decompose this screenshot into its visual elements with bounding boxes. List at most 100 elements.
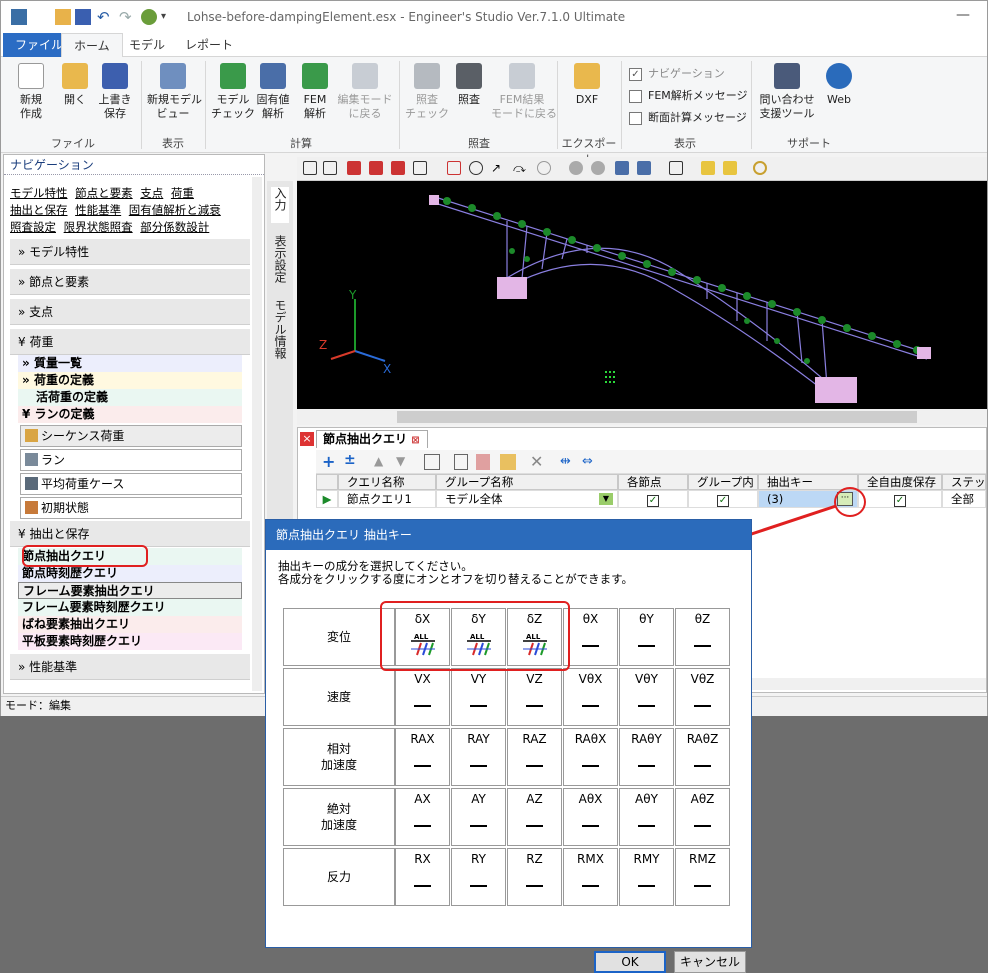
navigation-checkbox[interactable]: ✓ ナビゲーション <box>629 65 725 81</box>
paste-icon[interactable] <box>476 454 490 470</box>
pointer-icon[interactable] <box>669 161 683 175</box>
nav-link-partial-factor[interactable]: 部分係数設計 <box>140 220 209 234</box>
web-icon[interactable] <box>141 9 157 25</box>
verify-check-button[interactable]: 照査 チェック <box>405 63 449 121</box>
tab-model[interactable]: モデル <box>117 33 177 57</box>
key-cell[interactable]: RAθX <box>563 728 618 786</box>
key-cell[interactable]: AZ <box>507 788 562 846</box>
key-cell[interactable]: AθY <box>619 788 674 846</box>
back-to-edit-button[interactable]: 編集モード に戻る <box>337 63 393 121</box>
key-cell[interactable]: RAθZ <box>675 728 730 786</box>
extract-item-frame-query[interactable]: フレーム要素抽出クエリ <box>18 582 242 599</box>
qat-dropdown-icon[interactable]: ▾ <box>161 9 177 25</box>
dxf-export-button[interactable]: DXF <box>565 63 609 107</box>
key-cell[interactable]: VθY <box>619 668 674 726</box>
run-item-sequence[interactable]: シーケンス荷重 <box>20 425 242 447</box>
all-dof-checkbox[interactable]: ✓ <box>894 495 906 507</box>
import-icon[interactable] <box>500 454 516 470</box>
extract-item-plate-history[interactable]: 平板要素時刻歴クエリ <box>18 633 242 650</box>
model-3d-view[interactable]: Y X Z <box>297 181 987 409</box>
key-cell[interactable]: RAθY <box>619 728 674 786</box>
key-cell[interactable]: θX <box>563 608 618 666</box>
key-cell[interactable]: AY <box>451 788 506 846</box>
redo-icon[interactable]: ↷ <box>119 9 135 25</box>
snapshot-icon[interactable] <box>615 161 629 175</box>
nav-link-verify-setting[interactable]: 照査設定 <box>10 220 56 234</box>
nav-link-extract[interactable]: 抽出と保存 <box>10 203 68 217</box>
key-cell[interactable]: RMZ <box>675 848 730 906</box>
undo-icon[interactable]: ↶ <box>97 9 113 25</box>
cancel-button[interactable]: キャンセル <box>674 951 746 973</box>
open-button[interactable]: 開く <box>53 63 97 107</box>
key-cell[interactable]: VθX <box>563 668 618 726</box>
key-cell[interactable]: RMY <box>619 848 674 906</box>
extract-item-node-history[interactable]: 節点時刻歴クエリ <box>18 565 242 582</box>
cube-front-icon[interactable] <box>369 161 383 175</box>
col-group-name[interactable]: グループ名称 <box>436 474 618 490</box>
nav-link-eigen[interactable]: 固有値解析と減衰 <box>129 203 221 217</box>
key-cell[interactable]: θZ <box>675 608 730 666</box>
delete-icon[interactable]: ✕ <box>530 452 543 471</box>
tab-report[interactable]: レポート <box>173 33 245 57</box>
scroll-thumb[interactable] <box>397 411 917 423</box>
key-cell[interactable]: AX <box>395 788 450 846</box>
fem-analysis-button[interactable]: FEM 解析 <box>293 63 337 121</box>
key-cell[interactable]: RMX <box>563 848 618 906</box>
verify-button[interactable]: 照査 <box>447 63 491 107</box>
info-view-icon[interactable] <box>637 161 651 175</box>
key-cell[interactable]: θY <box>619 608 674 666</box>
col-all-dof[interactable]: 全自由度保存 <box>858 474 942 490</box>
new-model-view-button[interactable]: 新規モデル ビュー <box>147 63 202 121</box>
save-icon[interactable] <box>75 9 91 25</box>
extract-item-frame-history[interactable]: フレーム要素時刻歴クエリ <box>18 599 242 616</box>
cube-iso-icon[interactable] <box>347 161 361 175</box>
nav-link-perf[interactable]: 性能基準 <box>75 203 121 217</box>
support-tool-button[interactable]: 問い合わせ 支援ツール <box>757 63 817 121</box>
fem-message-checkbox[interactable]: FEM解析メッセージ <box>629 87 748 103</box>
section-support[interactable]: » 支点 <box>10 299 250 325</box>
section-model[interactable]: » モデル特性 <box>10 239 250 265</box>
model-check-button[interactable]: モデル チェック <box>211 63 255 121</box>
search-icon[interactable] <box>753 161 767 175</box>
col-each-node[interactable]: 各節点 <box>618 474 688 490</box>
col-query-name[interactable]: クエリ名称 <box>338 474 436 490</box>
fit-columns-icon[interactable]: ⇔ <box>582 454 593 469</box>
tab-home[interactable]: ホーム <box>61 33 123 58</box>
run-item-run[interactable]: ラン <box>20 449 242 471</box>
key-cell[interactable]: VθZ <box>675 668 730 726</box>
row-selector-icon[interactable]: ▶ <box>316 490 338 508</box>
cube-side-icon[interactable] <box>391 161 405 175</box>
close-panel-icon[interactable]: × <box>300 432 314 446</box>
load-item-definition[interactable]: » 荷重の定義 <box>18 372 242 389</box>
vtab-display-settings[interactable]: 表示設定 <box>271 235 289 286</box>
zoom-window-icon[interactable] <box>447 161 461 175</box>
key-cell[interactable]: RZ <box>507 848 562 906</box>
zoom-out-icon[interactable] <box>469 161 483 175</box>
vtab-model-info[interactable]: モデル情報 <box>271 299 289 362</box>
col-in-group[interactable]: グループ内 <box>688 474 758 490</box>
vtab-input[interactable]: 入力 <box>271 187 289 223</box>
zoom-fit-icon[interactable] <box>323 161 337 175</box>
pan-icon[interactable]: ⤼ <box>513 161 527 175</box>
new-file-icon[interactable] <box>55 9 71 25</box>
move-up-icon[interactable]: ▲ <box>374 454 383 468</box>
new-button[interactable]: 新規 作成 <box>9 63 53 121</box>
extract-item-spring-query[interactable]: ばね要素抽出クエリ <box>18 616 242 633</box>
nav-scrollbar[interactable] <box>252 177 262 691</box>
prev-icon[interactable] <box>569 161 583 175</box>
load-item-run-def[interactable]: ¥ ランの定義 <box>18 406 242 423</box>
target-icon[interactable] <box>537 161 551 175</box>
section-load[interactable]: ¥ 荷重 <box>10 329 250 355</box>
col-steps[interactable]: ステップ <box>942 474 986 490</box>
add-icon[interactable]: + <box>322 452 335 471</box>
nav-link-limit-state[interactable]: 限界状態照査 <box>64 220 133 234</box>
nav-link-nodes[interactable]: 節点と要素 <box>75 186 133 200</box>
section-extract[interactable]: ¥ 抽出と保存 <box>10 521 250 547</box>
cell-steps[interactable]: 全部 <box>942 490 986 508</box>
select-icon[interactable] <box>303 161 317 175</box>
eigen-analysis-button[interactable]: 固有値 解析 <box>251 63 295 121</box>
nav-link-load[interactable]: 荷重 <box>171 186 194 200</box>
cell-query-name[interactable]: 節点クエリ1 <box>338 490 436 508</box>
minimize-icon[interactable]: — <box>953 7 973 27</box>
section-message-checkbox[interactable]: 断面計算メッセージ <box>629 109 747 125</box>
